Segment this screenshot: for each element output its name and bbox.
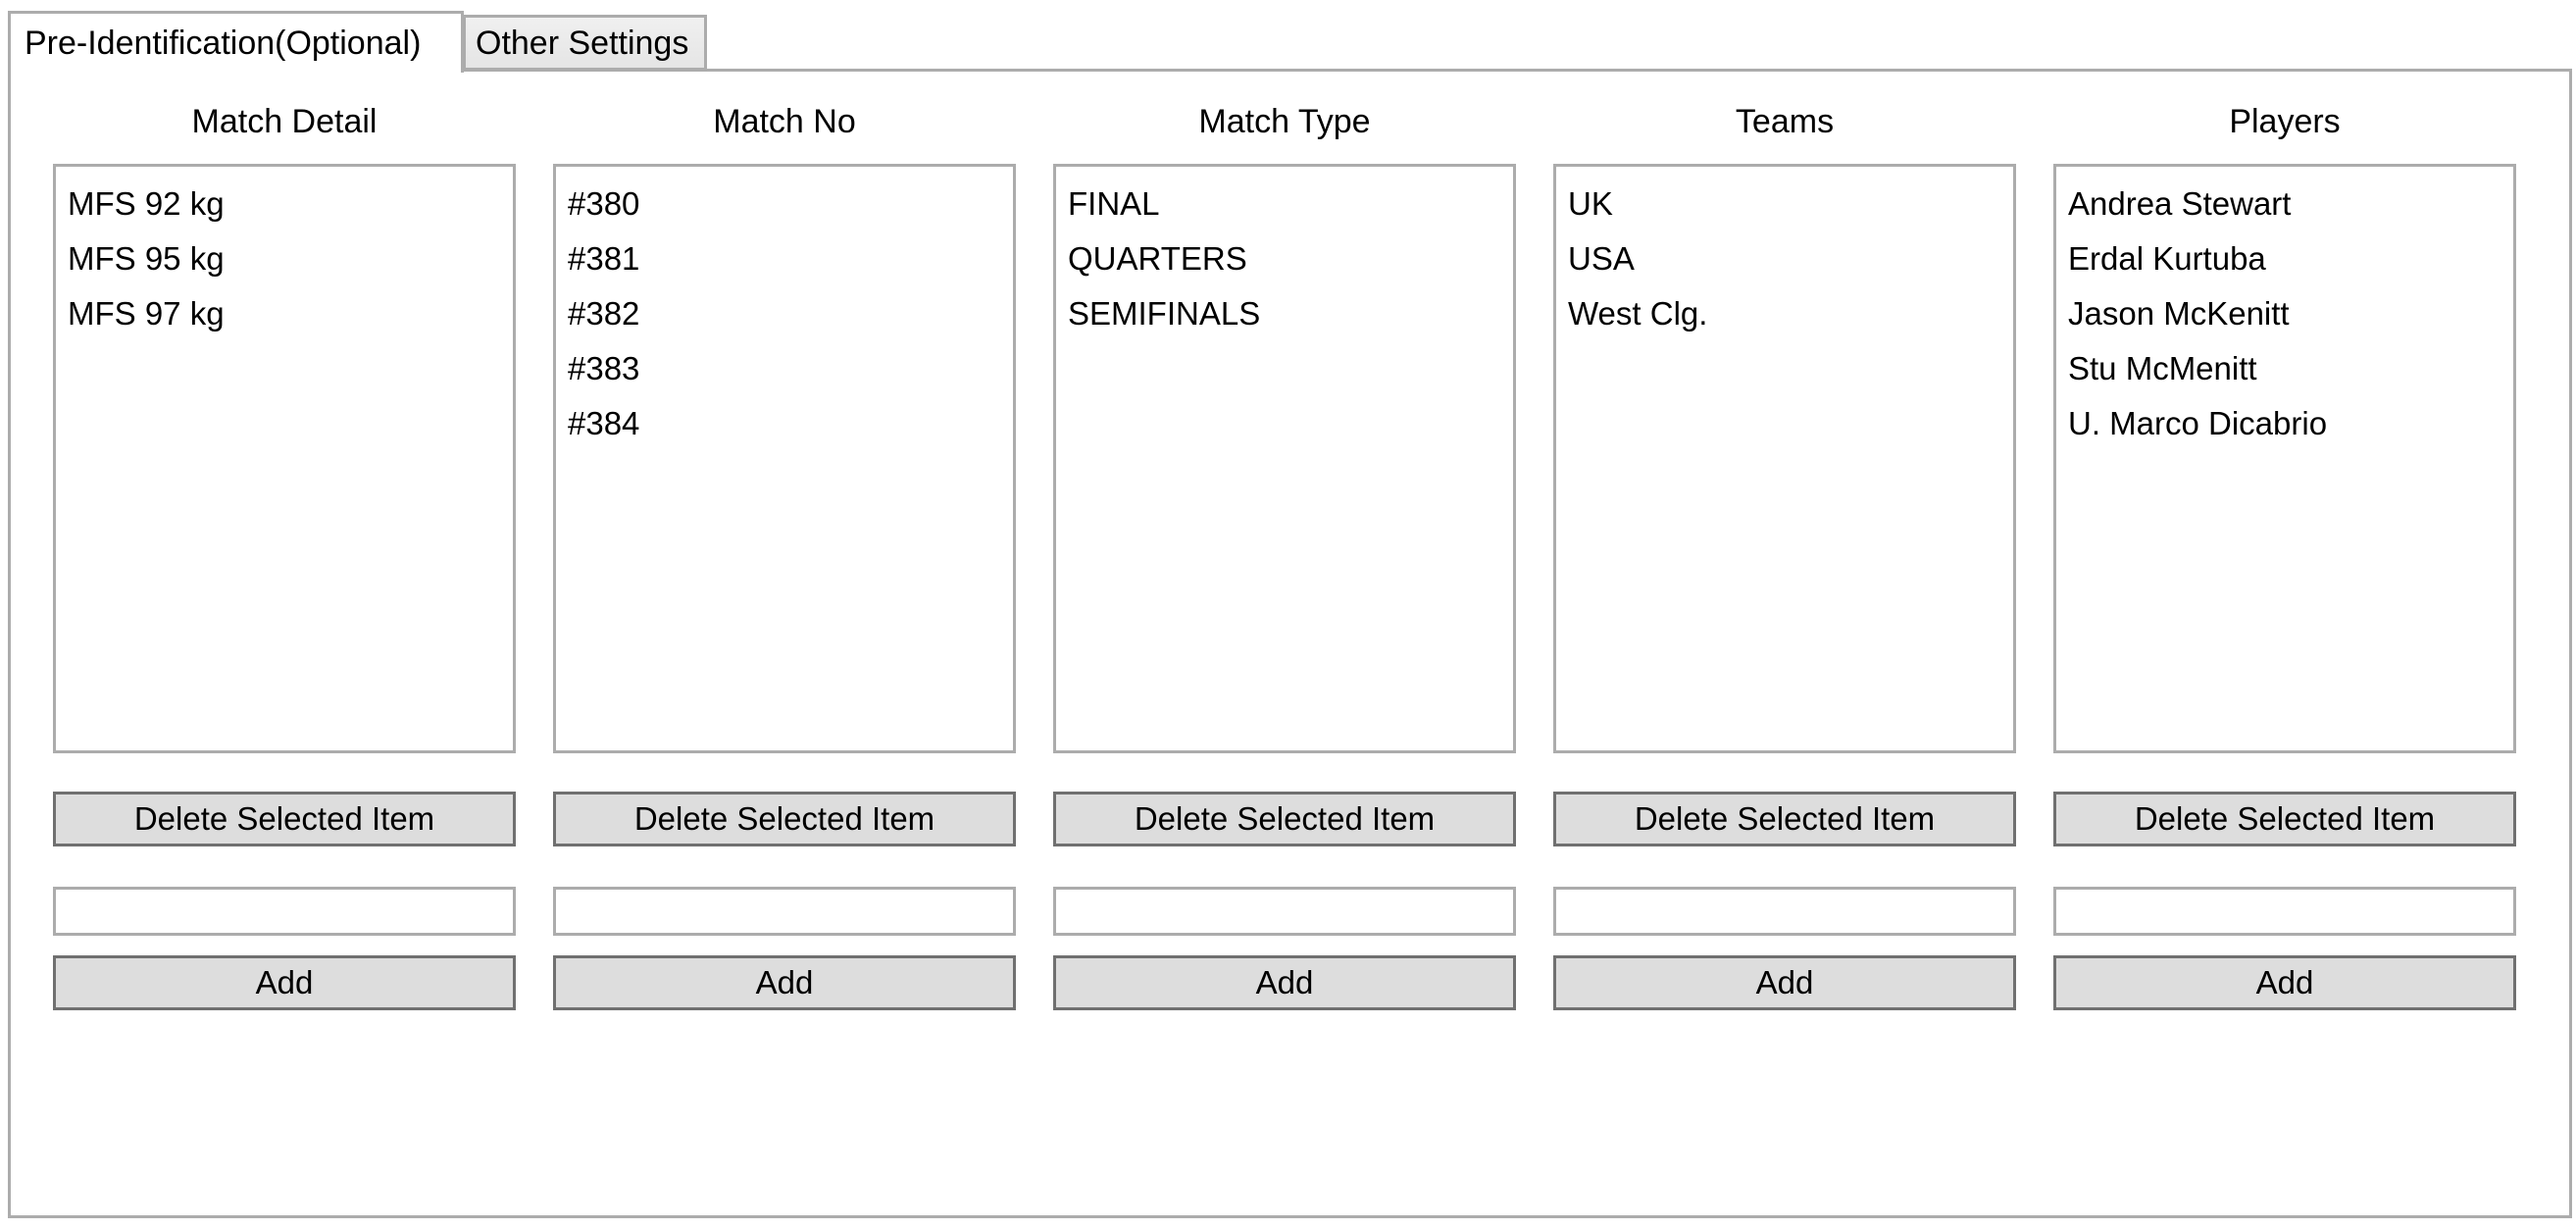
list-item[interactable]: Jason McKenitt	[2068, 286, 2501, 341]
list-item[interactable]: Andrea Stewart	[2068, 177, 2501, 231]
list-item[interactable]: U. Marco Dicabrio	[2068, 396, 2501, 451]
match-type-delete-selected-button[interactable]: Delete Selected Item	[1053, 792, 1516, 846]
tab-other-settings[interactable]: Other Settings	[463, 15, 707, 71]
list-item[interactable]: UK	[1568, 177, 2001, 231]
teams-delete-selected-button[interactable]: Delete Selected Item	[1553, 792, 2016, 846]
match-no-add-button[interactable]: Add	[553, 955, 1016, 1010]
list-item[interactable]: Stu McMenitt	[2068, 341, 2501, 396]
players-listbox[interactable]: Andrea StewartErdal KurtubaJason McKenit…	[2053, 164, 2516, 753]
teams-heading: Teams	[1553, 103, 2016, 141]
list-item[interactable]: USA	[1568, 231, 2001, 286]
list-item[interactable]: MFS 92 kg	[68, 177, 501, 231]
list-item[interactable]: MFS 95 kg	[68, 231, 501, 286]
match-no-delete-selected-button[interactable]: Delete Selected Item	[553, 792, 1016, 846]
list-item[interactable]: #383	[568, 341, 1001, 396]
list-item[interactable]: #380	[568, 177, 1001, 231]
teams-add-button[interactable]: Add	[1553, 955, 2016, 1010]
list-item[interactable]: SEMIFINALS	[1068, 286, 1501, 341]
match-no-listbox[interactable]: #380#381#382#383#384	[553, 164, 1016, 753]
match-detail-heading: Match Detail	[53, 103, 516, 141]
tab-pre-identification[interactable]: Pre-Identification(Optional)	[8, 11, 464, 73]
match-type-input[interactable]	[1053, 887, 1516, 936]
match-detail-delete-selected-button[interactable]: Delete Selected Item	[53, 792, 516, 846]
list-item[interactable]: West Clg.	[1568, 286, 2001, 341]
match-detail-input[interactable]	[53, 887, 516, 936]
match-detail-add-button[interactable]: Add	[53, 955, 516, 1010]
match-type-add-button[interactable]: Add	[1053, 955, 1516, 1010]
players-heading: Players	[2053, 103, 2516, 141]
players-input[interactable]	[2053, 887, 2516, 936]
list-item[interactable]: Erdal Kurtuba	[2068, 231, 2501, 286]
match-detail-listbox[interactable]: MFS 92 kgMFS 95 kgMFS 97 kg	[53, 164, 516, 753]
list-item[interactable]: #384	[568, 396, 1001, 451]
match-no-heading: Match No	[553, 103, 1016, 141]
match-type-heading: Match Type	[1053, 103, 1516, 141]
players-delete-selected-button[interactable]: Delete Selected Item	[2053, 792, 2516, 846]
teams-listbox[interactable]: UKUSAWest Clg.	[1553, 164, 2016, 753]
list-item[interactable]: MFS 97 kg	[68, 286, 501, 341]
list-item[interactable]: QUARTERS	[1068, 231, 1501, 286]
list-item[interactable]: FINAL	[1068, 177, 1501, 231]
tab-panel-pre-identification: Match Detail MFS 92 kgMFS 95 kgMFS 97 kg…	[8, 69, 2572, 1218]
list-item[interactable]: #381	[568, 231, 1001, 286]
match-type-listbox[interactable]: FINALQUARTERSSEMIFINALS	[1053, 164, 1516, 753]
list-item[interactable]: #382	[568, 286, 1001, 341]
match-no-input[interactable]	[553, 887, 1016, 936]
players-add-button[interactable]: Add	[2053, 955, 2516, 1010]
teams-input[interactable]	[1553, 887, 2016, 936]
